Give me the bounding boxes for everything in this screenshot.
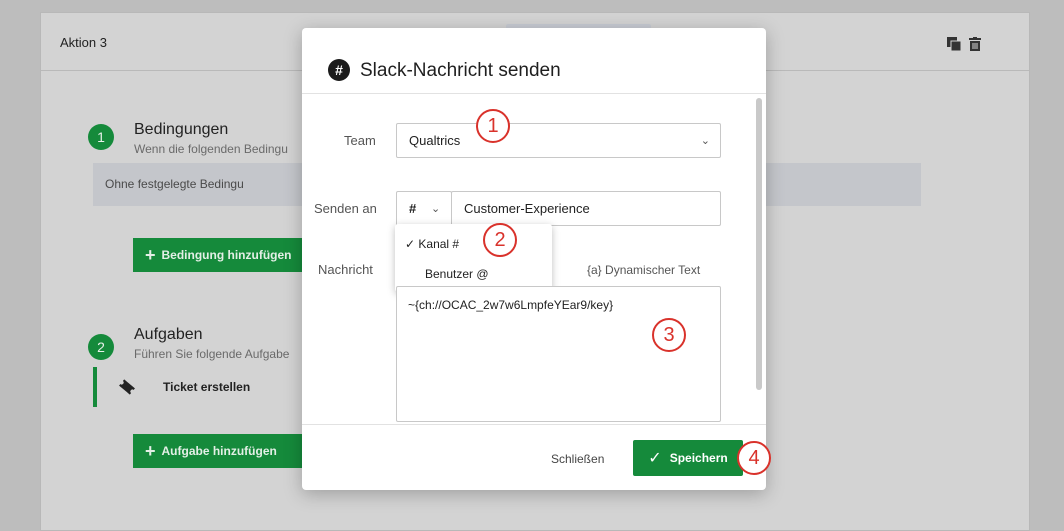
save-button[interactable]: ✓ Speichern — [633, 440, 743, 476]
tasks-step-number: 2 — [88, 334, 114, 360]
tasks-title: Aufgaben — [134, 326, 203, 343]
dynamic-text-button[interactable]: {a} Dynamischer Text — [587, 263, 700, 277]
add-task-label: Aufgabe hinzufügen — [161, 444, 277, 458]
callout-1: 1 — [476, 109, 510, 143]
callout-2: 2 — [483, 223, 517, 257]
conditions-title: Bedingungen — [134, 121, 229, 138]
team-select[interactable]: Qualtrics ⌄ — [396, 123, 721, 158]
team-value: Qualtrics — [409, 133, 461, 148]
channel-type-menu: ✓ Kanal # Benutzer @ — [395, 224, 552, 292]
plus-icon: + — [145, 441, 156, 461]
chevron-down-icon: ⌄ — [700, 135, 710, 147]
menu-item-user[interactable]: Benutzer @ — [425, 267, 489, 281]
ticket-label: Ticket erstellen — [163, 380, 251, 394]
dialog-footer-divider — [302, 424, 766, 425]
check-icon: ✓ — [405, 237, 416, 251]
chevron-down-icon: ⌄ — [431, 203, 441, 215]
add-condition-button[interactable]: + Bedingung hinzufügen — [133, 238, 303, 272]
message-value: ~{ch://OCAC_2w7w6LmpfeYEar9/key} — [408, 298, 614, 312]
action-title: Aktion 3 — [60, 35, 107, 50]
dialog-title: Slack-Nachricht senden — [360, 60, 561, 81]
channel-type-value: # — [409, 201, 417, 216]
dialog-header: # Slack-Nachricht senden — [302, 28, 766, 94]
conditions-subtitle: Wenn die folgenden Bedingu — [134, 142, 288, 156]
dialog-scrollbar[interactable] — [756, 98, 762, 390]
menu-item-label: Benutzer @ — [425, 267, 489, 281]
add-condition-label: Bedingung hinzufügen — [161, 248, 292, 262]
callout-4: 4 — [737, 441, 771, 475]
checkmark-icon: ✓ — [648, 450, 662, 467]
no-conditions-text: Ohne festgelegte Bedingu — [105, 177, 244, 191]
message-textarea[interactable]: ~{ch://OCAC_2w7w6LmpfeYEar9/key} — [396, 286, 721, 422]
trash-icon[interactable] — [969, 37, 981, 51]
message-label: Nachricht — [318, 262, 373, 277]
save-label: Speichern — [669, 451, 728, 465]
ticket-icon — [117, 379, 137, 400]
channel-input[interactable]: Customer-Experience — [451, 191, 721, 226]
action-toolbar — [947, 37, 981, 51]
channel-value: Customer-Experience — [464, 201, 590, 216]
close-button[interactable]: Schließen — [551, 452, 604, 466]
tasks-subtitle: Führen Sie folgende Aufgabe — [134, 347, 290, 361]
plus-icon: + — [145, 245, 156, 265]
menu-item-channel[interactable]: ✓ Kanal # — [405, 237, 459, 251]
team-label: Team — [344, 133, 376, 148]
add-task-button[interactable]: + Aufgabe hinzufügen — [133, 434, 303, 468]
callout-3: 3 — [652, 318, 686, 352]
task-item-ticket[interactable]: Ticket erstellen — [93, 367, 293, 407]
menu-item-label: Kanal # — [418, 237, 460, 251]
channel-type-select[interactable]: # ⌄ — [396, 191, 452, 226]
copy-icon[interactable] — [947, 37, 961, 51]
slack-icon: # — [328, 59, 350, 81]
send-to-label: Senden an — [314, 201, 377, 216]
conditions-step-number: 1 — [88, 124, 114, 150]
